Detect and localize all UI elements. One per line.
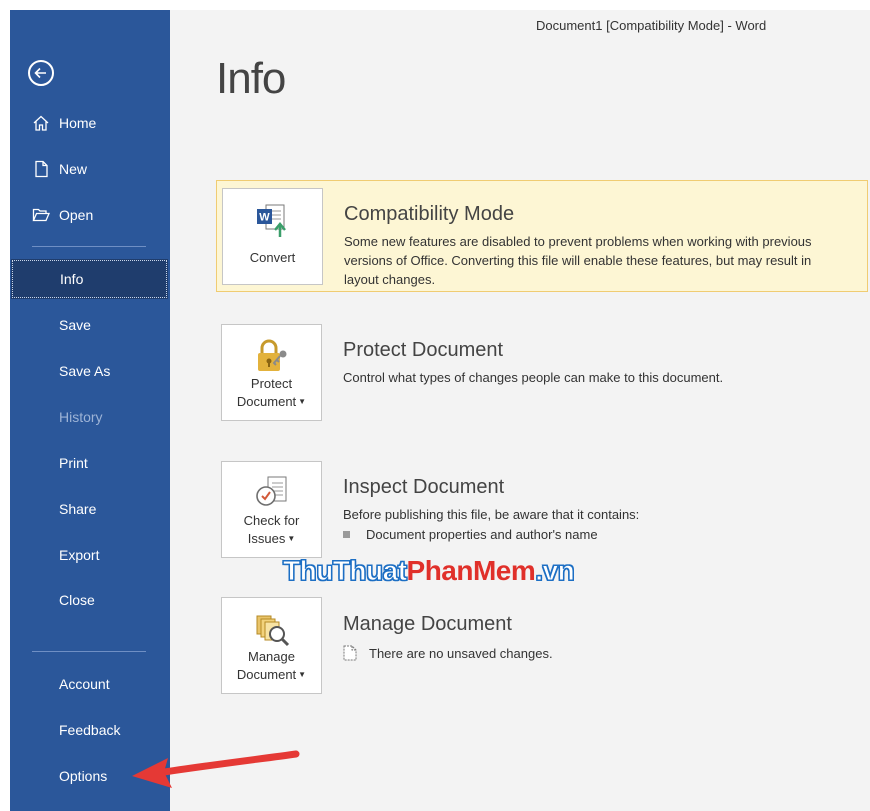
manage-status-text: There are no unsaved changes. [369,646,553,661]
button-label-line: Issues ▼ [222,530,321,548]
manage-document-icon [256,615,290,647]
svg-text:W: W [259,212,270,224]
sidebar-item-label: Info [60,271,84,287]
site-watermark: ThuThuatPhanMem.vn [283,555,576,587]
button-label-line: Document ▼ [222,393,321,411]
sidebar-item-home[interactable]: Home [10,105,170,141]
button-label-text: Issues [247,531,286,546]
sidebar-item-close[interactable]: Close [10,582,170,618]
sidebar-item-label: Close [59,592,95,608]
sidebar-item-label: Home [59,115,97,131]
sidebar-item-label: Options [59,768,108,784]
button-label-line: Manage [248,649,295,664]
inspect-document-description: Before publishing this file, be aware th… [343,507,640,522]
protect-document-section: Protect Document ▼ Protect Document Contr… [216,323,868,423]
sidebar-item-label: Account [59,676,110,692]
protect-document-title: Protect Document [343,339,504,361]
sidebar-item-label: Export [59,547,100,563]
inspect-document-icon [256,476,287,506]
manage-document-section: Manage Document ▼ Manage Document There a… [216,597,868,697]
description-line: versions of Office. Converting this file… [344,253,812,268]
new-document-icon [35,160,48,178]
sidebar-item-save-as[interactable]: Save As [10,353,170,389]
button-label-line: Check for [243,513,300,528]
inspect-document-title: Inspect Document [343,476,505,498]
sidebar-item-share[interactable]: Share [10,491,170,527]
watermark-part: ThuThuat [283,555,408,587]
annotation-arrow-icon [132,750,300,788]
sidebar-item-print[interactable]: Print [10,445,170,481]
sidebar-item-label: New [59,161,88,177]
sidebar-item-open[interactable]: Open [10,197,170,233]
inspect-document-section: Check for Issues ▼ Inspect Document Befor… [216,460,868,560]
dropdown-caret-icon: ▼ [287,534,296,543]
sidebar-item-label: Save [59,317,91,333]
backstage-frame: Home New Open Info Save Save As History [10,10,870,811]
sidebar-item-label: Print [59,455,88,471]
check-for-issues-button-label: Check for Issues ▼ [222,512,321,548]
back-button[interactable] [28,60,54,86]
bullet-text: Document properties and author's name [366,527,598,542]
manage-status-row: There are no unsaved changes. [343,645,553,661]
sidebar-divider [32,651,146,652]
convert-button[interactable]: W Convert [222,188,323,285]
description-line: layout changes. [344,272,436,287]
button-label-line: Document ▼ [222,666,321,684]
watermark-part: PhanMem [406,555,536,586]
backstage-sidebar: Home New Open Info Save Save As History [10,10,170,811]
protect-document-button[interactable]: Protect Document ▼ [221,324,322,421]
compatibility-mode-section: W Convert Compatibility Mode Some new fe… [216,180,868,292]
back-arrow-icon [34,67,46,79]
protect-document-description: Control what types of changes people can… [343,370,724,385]
lock-key-icon [258,339,287,371]
sidebar-item-label: Save As [59,363,111,379]
sidebar-item-new[interactable]: New [10,151,170,187]
button-label-line: Protect [250,376,293,391]
document-status-icon [343,645,357,661]
manage-document-button[interactable]: Manage Document ▼ [221,597,322,694]
sidebar-item-label: History [59,409,103,425]
window-title: Document1 [Compatibility Mode] - Word [536,18,767,33]
folder-open-icon [32,208,50,222]
button-label-text: Document [236,394,297,409]
sidebar-item-account[interactable]: Account [10,666,170,702]
description-line: Some new features are disabled to preven… [344,234,812,249]
manage-document-button-label: Manage Document ▼ [222,648,321,684]
sidebar-item-label: Feedback [59,722,121,738]
word-convert-icon: W [257,204,286,237]
inspect-bullet-item: Document properties and author's name [343,527,598,542]
compatibility-mode-title: Compatibility Mode [344,203,515,225]
sidebar-item-info[interactable]: Info [11,259,168,299]
dropdown-caret-icon: ▼ [298,670,307,679]
sidebar-item-history: History [10,399,170,435]
bullet-square-icon [343,531,350,538]
sidebar-item-save[interactable]: Save [10,307,170,343]
sidebar-item-export[interactable]: Export [10,537,170,573]
protect-document-button-label: Protect Document ▼ [222,375,321,411]
page-title: Info [216,54,286,103]
dropdown-caret-icon: ▼ [298,397,307,406]
check-for-issues-button[interactable]: Check for Issues ▼ [221,461,322,558]
home-icon [33,115,49,131]
compatibility-mode-description: Some new features are disabled to preven… [344,232,854,289]
sidebar-item-label: Share [59,501,97,517]
convert-button-label: Convert [249,250,296,265]
sidebar-item-label: Open [59,207,94,223]
watermark-part: .vn [535,555,575,587]
sidebar-divider [32,246,146,247]
manage-document-title: Manage Document [343,613,512,635]
button-label-text: Document [236,667,297,682]
